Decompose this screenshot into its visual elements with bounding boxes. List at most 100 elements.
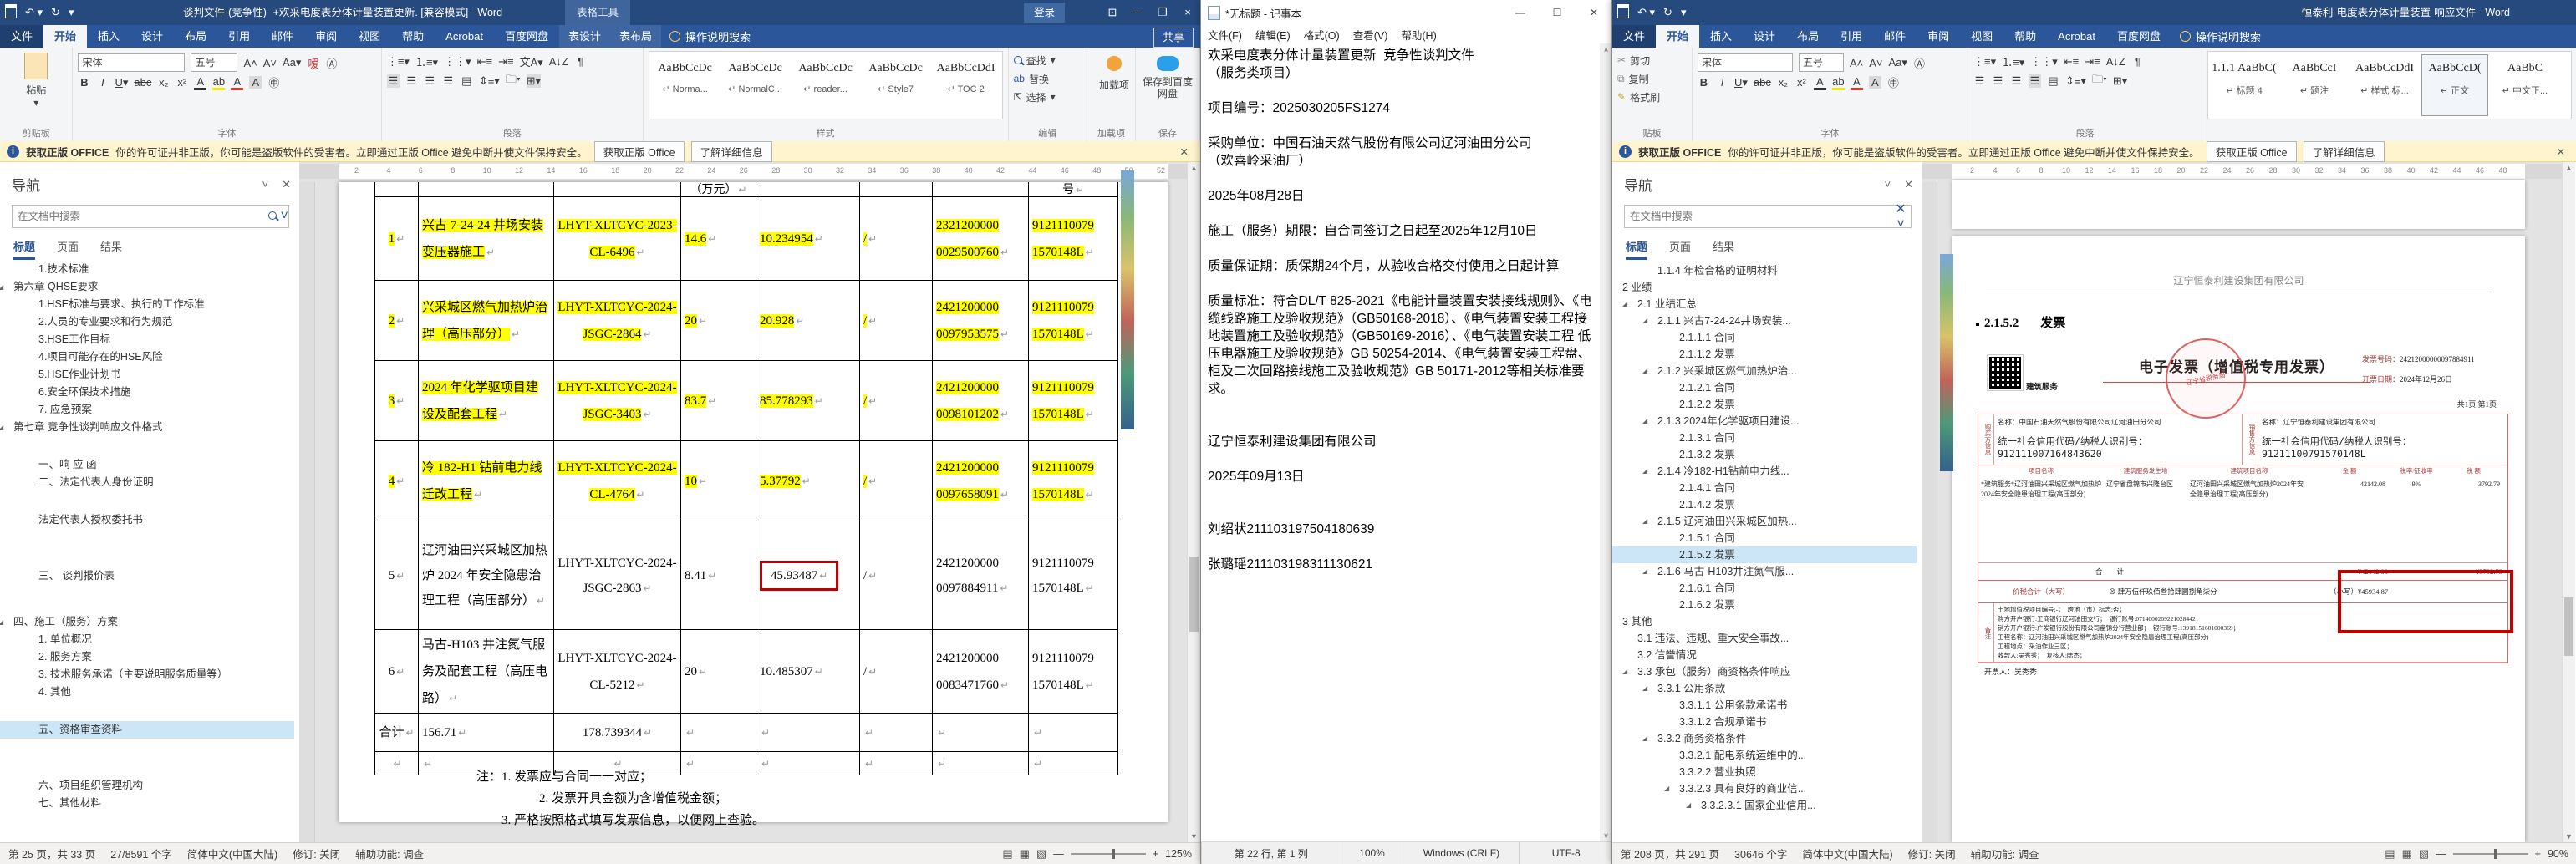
proofing-language[interactable]: 简体中文(中国大陆): [1802, 846, 1892, 861]
tab-插入[interactable]: 插入: [87, 25, 130, 48]
table-cell[interactable]: LHYT-XLTCYC-2024-JSGC-2863 ↵: [554, 521, 681, 630]
redo-icon[interactable]: ↻: [51, 6, 60, 19]
table-cell[interactable]: ↵: [1029, 752, 1118, 775]
find-button[interactable]: 查找 ▾: [1013, 51, 1082, 69]
tab-设计[interactable]: 设计: [130, 25, 174, 48]
select-button[interactable]: ⇱ 选择 ▾: [1014, 88, 1082, 106]
menu-edit[interactable]: 编辑(E): [1249, 27, 1297, 43]
font-color-button[interactable]: A: [231, 75, 244, 90]
nav-collapse-icon[interactable]: ˅: [1885, 178, 1891, 191]
table-cell[interactable]: 2 ↵: [375, 281, 419, 361]
nav-search-box[interactable]: ˅: [12, 205, 289, 228]
share-button[interactable]: 共享: [1153, 28, 1194, 48]
table-cell[interactable]: LHYT-XLTCYC-2024-CL-5212 ↵: [554, 630, 681, 714]
table-cell[interactable]: 辽河油田兴采城区加热炉 2024 年安全隐患治理工程（高压部分） ↵: [419, 521, 554, 630]
character-border-icon[interactable]: Ⓐ: [1913, 55, 1926, 71]
table-header-cell[interactable]: [860, 182, 933, 197]
scroll-up-icon[interactable]: ▲: [1188, 164, 1200, 172]
table-note[interactable]: 3. 严格按照格式填写发票信息，以便网上查验。: [501, 811, 765, 828]
minimize-button[interactable]: —: [1125, 0, 1150, 25]
nav-item[interactable]: 4.项目可能存在的HSE风险: [0, 348, 294, 366]
search-icon[interactable]: ˅: [268, 209, 288, 224]
shrink-font-icon[interactable]: A˅: [1869, 57, 1882, 69]
close-warning-icon[interactable]: ✕: [1175, 145, 1194, 158]
subscript-button[interactable]: x₂: [1777, 76, 1789, 89]
print-layout-icon[interactable]: ▦: [2402, 847, 2412, 861]
tab-帮助[interactable]: 帮助: [2003, 25, 2047, 48]
nav-item[interactable]: 3.3.2.1 配电系统运维中的...: [1612, 747, 1917, 764]
nav-item[interactable]: ◢ 2.1.5 辽河油田兴采城区加热...: [1612, 513, 1917, 530]
nav-tab-结果[interactable]: 结果: [100, 238, 122, 260]
borders-icon[interactable]: ⊞▾: [526, 74, 542, 88]
table-cell[interactable]: ↵: [756, 714, 860, 752]
nav-item[interactable]: 2 业绩: [1612, 279, 1917, 296]
get-office-button[interactable]: 获取正版 Office: [593, 140, 685, 162]
table-header-cell[interactable]: [554, 182, 681, 197]
nav-item[interactable]: 3.3.2.2 营业执照: [1612, 764, 1917, 780]
nav-item[interactable]: 2.1.5.2 发票: [1612, 546, 1917, 563]
nav-item[interactable]: 1. 单位概况: [0, 631, 294, 648]
table-cell[interactable]: ↵: [681, 714, 756, 752]
nav-item[interactable]: 七、其他材料: [0, 795, 294, 812]
enclose-characters-icon[interactable]: ㊥: [267, 74, 280, 90]
table-cell[interactable]: 冷 182-H1 钻前电力线迁改工程 ↵: [419, 441, 554, 521]
table-cell[interactable]: 马古-H103 井注氮气服务及配套工程（高压电路） ↵: [419, 630, 554, 714]
table-note[interactable]: 注：1. 发票应与合同一一对应；: [476, 767, 652, 785]
nav-search-box[interactable]: ✕ ˅: [1624, 202, 1912, 231]
font-color-button[interactable]: A: [1850, 75, 1863, 90]
nav-item[interactable]: ◢ 2.1.4 冷182-H1钻前电力线...: [1612, 463, 1917, 480]
maximize-button[interactable]: ❐: [1150, 0, 1175, 25]
document-area[interactable]: 2 4 6 8 10 12 14 16 18 20 22 24 26 28 30 32 34 36 38 40 42 44…: [1922, 162, 2563, 842]
save-to-baidu-button[interactable]: 保存到百度网盘: [1141, 53, 1194, 99]
tab-布局[interactable]: 布局: [1786, 25, 1830, 48]
nav-item[interactable]: 1.1.4 年检合格的证明材料: [1612, 262, 1917, 279]
accessibility-status[interactable]: 辅助功能: 调查: [1971, 846, 2039, 861]
nav-tab-页面[interactable]: 页面: [57, 238, 79, 260]
expand-icon[interactable]: ◢: [1622, 663, 1627, 680]
document-page[interactable]: （万元） ↵ 号 ↵ 1 ↵ 兴古 7-24-24 井场安装变压器施工 ↵ LHYT-XLTCY…: [339, 182, 1168, 827]
align-center-icon[interactable]: ☰: [405, 74, 418, 88]
invoice[interactable]: 建筑服务 电子发票（增值税专用发票） 辽宁省税务局 发票号码：242120000…: [1978, 331, 2513, 676]
strikethrough-button[interactable]: abc: [134, 76, 151, 89]
tab-邮件[interactable]: 邮件: [261, 25, 304, 48]
expand-icon[interactable]: ◢: [1622, 296, 1627, 313]
nav-item[interactable]: 3.HSE工作目标: [0, 331, 294, 348]
close-button[interactable]: ×: [1175, 0, 1200, 25]
table-cell[interactable]: / ↵: [860, 361, 933, 441]
table-cell[interactable]: ↵: [756, 752, 860, 775]
table-cell[interactable]: 1 ↵: [375, 197, 419, 281]
maximize-button[interactable]: ☐: [1539, 0, 1576, 25]
section-heading[interactable]: 2.1.5.2 发票: [1976, 313, 2065, 331]
table-cell[interactable]: 9121110079 1570148L ↵: [1029, 361, 1118, 441]
change-case-icon[interactable]: Aa▾: [283, 56, 301, 69]
menu-file[interactable]: 文件(F): [1201, 27, 1249, 43]
decrease-indent-icon[interactable]: ⇤≡: [2064, 55, 2079, 69]
tab-开始[interactable]: 开始: [1656, 25, 1700, 48]
style-card[interactable]: AaBbCcDdI ↵ TOC 2: [933, 54, 1000, 116]
bullets-icon[interactable]: ⋮≡▾: [387, 55, 410, 69]
table-cell[interactable]: 9121110079 1570148L ↵: [1029, 441, 1118, 521]
table-cell[interactable]: 9121110079 1570148L ↵: [1029, 281, 1118, 361]
character-shading-icon[interactable]: A: [249, 76, 262, 89]
style-card[interactable]: AaBbCcI ↵ 题注: [2281, 54, 2348, 116]
proofing-language[interactable]: 简体中文(中国大陆): [187, 846, 277, 861]
redo-icon[interactable]: ↻: [1663, 6, 1672, 19]
italic-button[interactable]: I: [96, 76, 109, 89]
table-cell[interactable]: ↵: [375, 752, 419, 775]
scroll-thumb[interactable]: [2564, 597, 2573, 656]
nav-item[interactable]: 2.1.2.2 发票: [1612, 396, 1917, 413]
zoom-level[interactable]: 125%: [1165, 848, 1192, 860]
table-cell[interactable]: LHYT-XLTCYC-2024-CL-4764 ↵: [554, 441, 681, 521]
nav-item[interactable]: ◢ 四、施工（服务）方案: [0, 613, 294, 631]
tab-插入[interactable]: 插入: [1699, 25, 1743, 48]
phonetic-guide-icon[interactable]: 嗳: [307, 55, 319, 71]
sort-icon[interactable]: A↓Z: [549, 55, 568, 68]
table-cell[interactable]: 2024 年化学驱项目建设及配套工程 ↵: [419, 361, 554, 441]
track-changes[interactable]: 修订: 关闭: [293, 846, 340, 861]
paste-button[interactable]: 粘贴 ▾: [14, 53, 58, 109]
expand-icon[interactable]: ◢: [0, 278, 3, 296]
menu-format[interactable]: 格式(O): [1297, 27, 1347, 43]
style-card[interactable]: AaBbCcD(↵ 正文: [2421, 54, 2488, 116]
nav-item[interactable]: 1.技术标准: [0, 261, 294, 278]
increase-indent-icon[interactable]: ⇥≡: [2085, 55, 2100, 69]
